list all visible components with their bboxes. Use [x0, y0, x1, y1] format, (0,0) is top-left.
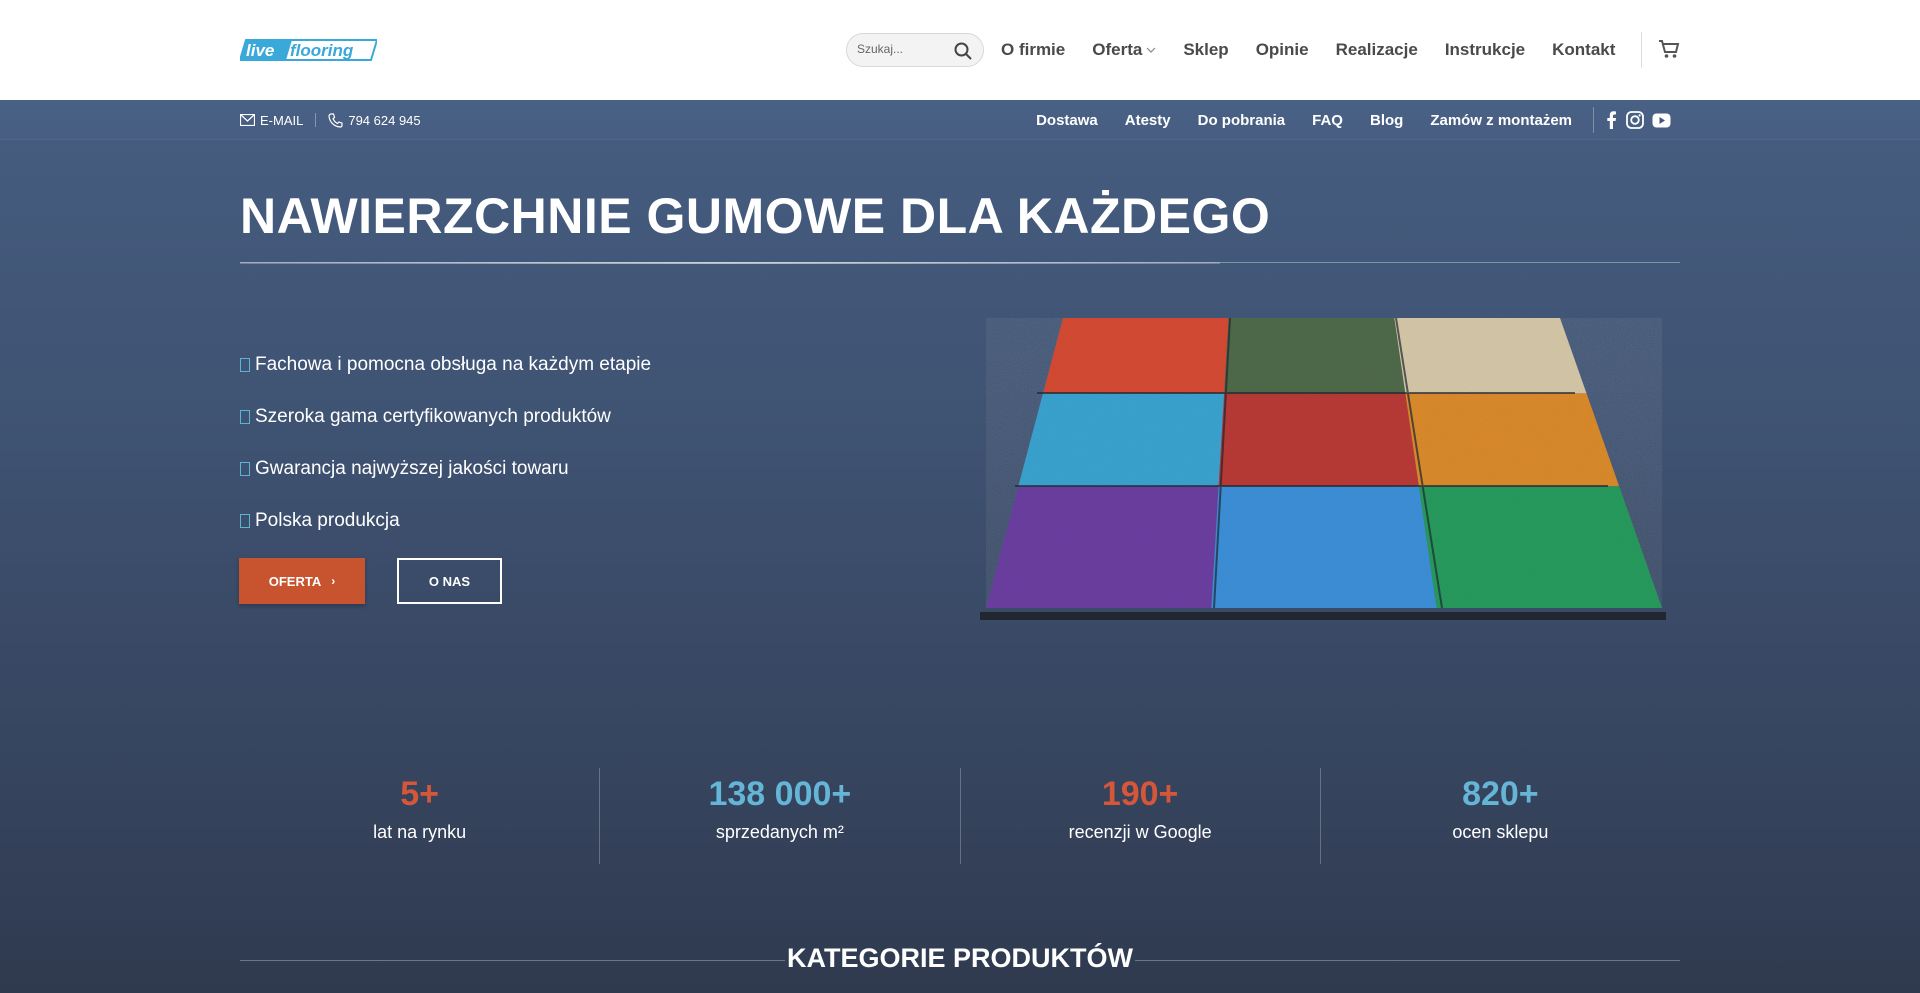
list-item: Polska produkcja: [240, 506, 651, 536]
check-icon: [240, 462, 250, 476]
check-icon: [240, 358, 250, 372]
nav-label: Instrukcje: [1444, 40, 1526, 59]
feature-text: Fachowa i pomocna obsługa na każdym etap…: [255, 354, 652, 375]
nav-label: Oferta: [1092, 40, 1143, 59]
stat-label: sprzedanych m²: [715, 822, 844, 842]
rubber-tile: [1218, 393, 1419, 487]
nav-label: Realizacje: [1335, 40, 1418, 59]
nav-label: O firmie: [1001, 40, 1066, 59]
nav-label: Sklep: [1183, 40, 1229, 59]
nav-item-opinie[interactable]: Opinie: [1256, 40, 1309, 60]
nav-item-realizacje[interactable]: Realizacje: [1336, 40, 1418, 60]
facebook-icon[interactable]: [1604, 111, 1618, 129]
contact-links: E-MAIL 794 624 945: [240, 100, 421, 140]
logo[interactable]: live flooring: [238, 38, 379, 62]
search-icon[interactable]: [953, 41, 973, 61]
chevron-down-icon: [1146, 47, 1156, 53]
site-header: live flooring O firmie Oferta Sklep Opin…: [0, 0, 1920, 100]
list-item: Szeroka gama certyfikowanych produktów: [240, 402, 651, 432]
stats-bar: 5+ lat na rynku 138 000+ sprzedanych m² …: [240, 768, 1680, 864]
email-label: E-MAIL: [260, 112, 304, 128]
chevron-right-icon: ›: [331, 574, 336, 588]
list-item: Fachowa i pomocna obsługa na każdym etap…: [240, 350, 651, 380]
stat-item: 138 000+ sprzedanych m²: [599, 768, 959, 864]
section-divider: [240, 960, 785, 961]
stat-item: 820+ ocen sklepu: [1319, 768, 1680, 864]
nav-label: Opinie: [1255, 40, 1309, 59]
logo-icon: live flooring: [238, 39, 379, 61]
feature-text: Gwarancja najwyższej jakości towaru: [255, 458, 569, 479]
nav-item-instrukcje[interactable]: Instrukcje: [1445, 40, 1525, 60]
check-icon: [240, 514, 250, 528]
button-label: O NAS: [428, 573, 471, 589]
youtube-icon[interactable]: [1652, 113, 1671, 128]
feature-text: Szeroka gama certyfikowanych produktów: [255, 406, 611, 427]
phone-link[interactable]: 794 624 945: [328, 112, 421, 128]
nav-item-kontakt[interactable]: Kontakt: [1552, 40, 1615, 60]
o-nas-button[interactable]: O NAS: [397, 558, 502, 604]
svg-text:live: live: [246, 41, 274, 60]
nav-item-o-firmie[interactable]: O firmie: [1001, 40, 1065, 60]
nav-item-sklep[interactable]: Sklep: [1183, 40, 1228, 60]
search-box: [846, 33, 984, 67]
hero-title: NAWIERZCHNIE GUMOWE DLA KAŻDEGO: [240, 188, 1271, 244]
check-icon: [240, 410, 250, 424]
svg-text:flooring: flooring: [290, 41, 354, 60]
stat-label: ocen sklepu: [1452, 822, 1549, 842]
nav-item-oferta[interactable]: Oferta: [1092, 40, 1156, 60]
hero-divider-highlight: [240, 262, 1220, 264]
stat-label: recenzji w Google: [1068, 822, 1212, 842]
stat-value: 190+: [1101, 775, 1179, 813]
email-link[interactable]: E-MAIL: [240, 113, 303, 128]
stat-value: 138 000+: [708, 775, 852, 813]
stat-item: 190+ recenzji w Google: [959, 768, 1320, 864]
list-item: Gwarancja najwyższej jakości towaru: [240, 454, 651, 484]
nav-item-zamow-z-montazem[interactable]: Zamów z montażem: [1430, 112, 1572, 129]
phone-icon: [328, 112, 343, 128]
categories-heading: KATEGORIE PRODUKTÓW: [787, 943, 1133, 973]
rubber-tile: [1018, 393, 1225, 487]
stat-value: 5+: [400, 775, 439, 813]
stat-label: lat na rynku: [373, 822, 467, 842]
nav-item-do-pobrania[interactable]: Do pobrania: [1198, 112, 1286, 129]
social-divider: [1593, 107, 1594, 133]
phone-number: 794 624 945: [348, 112, 421, 128]
nav-label: Kontakt: [1552, 40, 1616, 59]
instagram-icon[interactable]: [1626, 111, 1644, 129]
envelope-icon: [240, 114, 255, 126]
nav-item-dostawa[interactable]: Dostawa: [1036, 112, 1098, 129]
nav-item-atesty[interactable]: Atesty: [1125, 112, 1171, 129]
divider: [315, 113, 317, 127]
rubber-tile: [1224, 318, 1406, 394]
cart-icon[interactable]: [1658, 38, 1680, 60]
feature-list: Fachowa i pomocna obsługa na każdym etap…: [240, 350, 651, 558]
oferta-button[interactable]: OFERTA ›: [239, 558, 365, 604]
rubber-tile: [1418, 486, 1662, 608]
stat-item: 5+ lat na rynku: [240, 768, 599, 864]
rubber-tile: [1394, 318, 1587, 394]
rubber-tile: [986, 486, 1219, 608]
rubber-tile: [1405, 393, 1620, 487]
rubber-tile: [1211, 486, 1437, 608]
rubber-tile: [1042, 318, 1229, 394]
nav-item-faq[interactable]: FAQ: [1312, 112, 1343, 129]
feature-text: Polska produkcja: [255, 510, 400, 531]
stat-value: 820+: [1462, 775, 1539, 813]
rubber-tiles-image: [980, 317, 1666, 620]
nav-item-blog[interactable]: Blog: [1370, 112, 1403, 129]
secondary-nav: Dostawa Atesty Do pobrania FAQ Blog Zamó…: [1009, 100, 1572, 140]
header-divider: [1641, 32, 1642, 68]
search-input[interactable]: [857, 42, 947, 56]
social-links: [1604, 110, 1679, 130]
button-label: OFERTA: [268, 573, 322, 589]
main-nav: O firmie Oferta Sklep Opinie Realizacje …: [1001, 0, 1615, 100]
section-divider: [1135, 960, 1680, 961]
